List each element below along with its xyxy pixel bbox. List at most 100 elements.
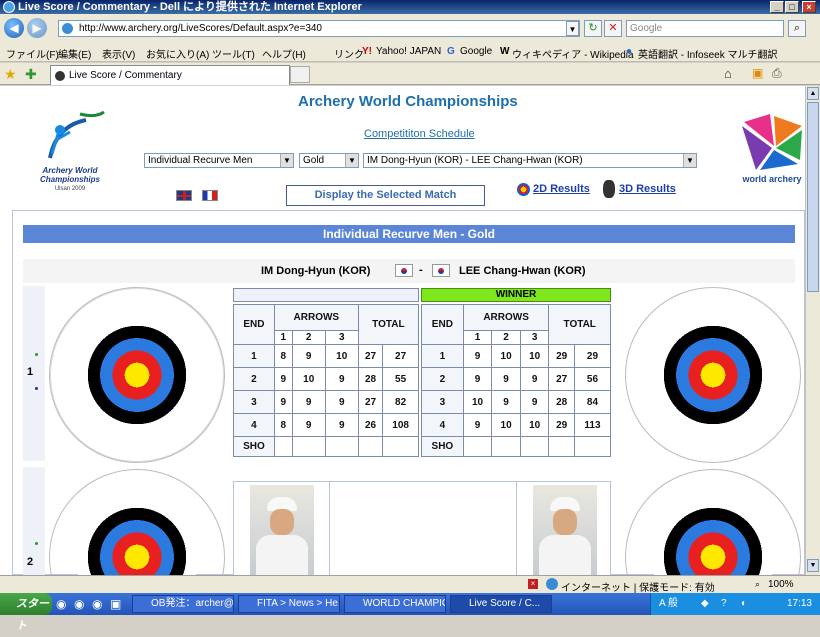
taskbar-item-live-score[interactable]: Live Score / C... xyxy=(450,595,552,613)
feeds-icon[interactable]: ▣ xyxy=(752,66,763,80)
scroll-up-icon[interactable]: ▲ xyxy=(807,87,819,100)
event-select[interactable]: Individual Recurve Men ▼ xyxy=(144,153,294,168)
close-button[interactable]: × xyxy=(802,1,816,13)
score-row: 1 8 9 10 27 27 xyxy=(233,344,419,368)
menu-view[interactable]: 表示(V) xyxy=(102,46,135,61)
score-cell xyxy=(357,436,384,457)
volume-icon[interactable]: ◐ xyxy=(741,593,747,615)
target-face-left-1 xyxy=(49,287,225,463)
results-2d-link[interactable]: 2D Results xyxy=(533,183,590,195)
score-cell: 28 xyxy=(548,390,575,414)
tab-live-score[interactable]: Live Score / Commentary xyxy=(50,65,290,85)
taskbar-item-mail[interactable]: OB発注：archer@... xyxy=(132,595,234,613)
search-input[interactable]: Google xyxy=(626,20,784,37)
search-icon[interactable]: ⌕ xyxy=(788,20,806,37)
competition-schedule-link[interactable]: Competititon Schedule xyxy=(364,128,475,140)
menu-help[interactable]: ヘルプ(H) xyxy=(262,46,306,61)
stop-icon[interactable]: ✕ xyxy=(604,20,622,37)
infoseek-icon: ● xyxy=(626,46,633,57)
link-infoseek[interactable]: 英語翻訳 - Infoseek マルチ翻訳 xyxy=(638,46,777,61)
home-icon[interactable]: ⌂ xyxy=(724,66,732,81)
link-yahoo[interactable]: Yahoo! JAPAN xyxy=(376,46,441,57)
link-wikipedia[interactable]: ウィキペディア - Wikipedia xyxy=(512,46,634,61)
navigation-bar: ◀ ▶ http://www.archery.org/LiveScores/De… xyxy=(0,14,820,42)
forward-icon[interactable]: ▶ xyxy=(27,18,47,38)
uk-flag-icon[interactable] xyxy=(176,190,192,201)
help-icon[interactable]: ? xyxy=(721,593,727,615)
zoom-level[interactable]: 100% xyxy=(768,579,794,590)
total-header: TOTAL xyxy=(357,304,420,345)
score-cell: 55 xyxy=(382,367,419,391)
score-cell: 3 xyxy=(324,330,359,345)
menu-favorites[interactable]: お気に入り(A) xyxy=(146,46,209,61)
score-cell: 9 xyxy=(491,367,521,391)
new-tab-button[interactable] xyxy=(290,66,310,83)
address-bar[interactable]: http://www.archery.org/LiveScores/Defaul… xyxy=(58,20,580,37)
add-favorite-icon[interactable]: ✚ xyxy=(25,66,37,83)
page-icon xyxy=(62,23,73,34)
score-cell: 9 xyxy=(462,367,493,391)
window-title: Live Score / Commentary - Dell により提供された … xyxy=(18,1,362,13)
tray-icon[interactable]: ◆ xyxy=(701,593,709,615)
address-dropdown-icon[interactable]: ▼ xyxy=(566,21,579,36)
taskbar-item-fita[interactable]: FITA > News > He... xyxy=(238,595,340,613)
score-cell: 29 xyxy=(548,344,575,368)
score-cell xyxy=(291,436,326,457)
score-cell: 9 xyxy=(291,390,326,414)
quick-launch-icon[interactable]: ◉ xyxy=(92,597,102,611)
minimize-button[interactable]: _ xyxy=(770,1,784,13)
chevron-down-icon: ▼ xyxy=(345,154,358,167)
refresh-icon[interactable]: ↻ xyxy=(584,20,602,37)
archer-3d-icon xyxy=(603,180,615,198)
ie-icon xyxy=(3,1,15,13)
link-google[interactable]: Google xyxy=(460,46,492,57)
taskbar-item-world-champio[interactable]: WORLD CHAMPIO... xyxy=(344,595,446,613)
scroll-down-icon[interactable]: ▼ xyxy=(807,559,819,572)
print-icon[interactable]: ⎙ xyxy=(772,66,782,81)
world-archery-logo: world archery xyxy=(740,112,804,190)
score-row: 2 9 9 9 27 56 xyxy=(421,367,612,391)
score-cell: 2 xyxy=(421,367,464,391)
athlete-photo-left xyxy=(250,485,314,575)
menu-edit[interactable]: 編集(E) xyxy=(58,46,91,61)
match-select[interactable]: IM Dong-Hyun (KOR) - LEE Chang-Hwan (KOR… xyxy=(363,153,697,168)
menu-file[interactable]: ファイル(F) xyxy=(6,46,59,61)
quick-launch-icon[interactable]: ◉ xyxy=(74,597,84,611)
end-header: END xyxy=(421,304,464,345)
links-label: リンク xyxy=(334,50,364,61)
target-face-right-2 xyxy=(625,469,801,575)
results-3d-link[interactable]: 3D Results xyxy=(619,183,676,195)
score-cell: 9 xyxy=(462,413,493,437)
ime-icon[interactable]: A 般 xyxy=(659,593,678,615)
score-cell: 108 xyxy=(382,413,419,437)
france-flag-icon[interactable] xyxy=(202,190,218,201)
score-cell: 9 xyxy=(273,367,293,391)
maximize-button[interactable]: □ xyxy=(785,1,799,13)
window-titlebar[interactable]: Live Score / Commentary - Dell により提供された … xyxy=(0,0,820,14)
vertical-scrollbar[interactable]: ▲ ▼ xyxy=(805,86,820,575)
medal-select[interactable]: Gold ▼ xyxy=(299,153,359,168)
score-cell: 29 xyxy=(573,344,612,368)
favorites-star-icon[interactable]: ★ xyxy=(4,66,17,83)
score-cell xyxy=(324,436,359,457)
score-cell: 82 xyxy=(382,390,419,414)
menu-tools[interactable]: ツール(T) xyxy=(212,46,255,61)
score-table-left: END ARROWS TOTAL 1 2 3 1 8 9 10 27 27 2 9 10 9 28 55 3 9 9 9 2… xyxy=(233,304,420,457)
score-cell xyxy=(491,436,521,457)
score-cell: 8 xyxy=(273,344,293,368)
vs-separator: - xyxy=(419,264,423,276)
display-match-button[interactable]: Display the Selected Match xyxy=(286,185,485,206)
match-panel: Individual Recurve Men - Gold IM Dong-Hy… xyxy=(12,210,805,575)
score-row: 3 10 9 9 28 84 xyxy=(421,390,612,414)
score-cell: 9 xyxy=(324,413,359,437)
quick-launch-icon[interactable]: ◉ xyxy=(56,597,66,611)
zoom-icon[interactable]: ⌕ xyxy=(755,579,760,590)
start-button[interactable]: スタート xyxy=(0,593,52,632)
score-cell: 9 xyxy=(462,344,493,368)
back-icon[interactable]: ◀ xyxy=(4,18,24,38)
quick-launch-icon[interactable]: ▣ xyxy=(110,597,121,611)
yahoo-icon: Y! xyxy=(362,46,372,57)
scrollbar-thumb[interactable] xyxy=(807,102,819,292)
row1-label: 1 xyxy=(27,366,34,378)
score-cell xyxy=(462,436,493,457)
